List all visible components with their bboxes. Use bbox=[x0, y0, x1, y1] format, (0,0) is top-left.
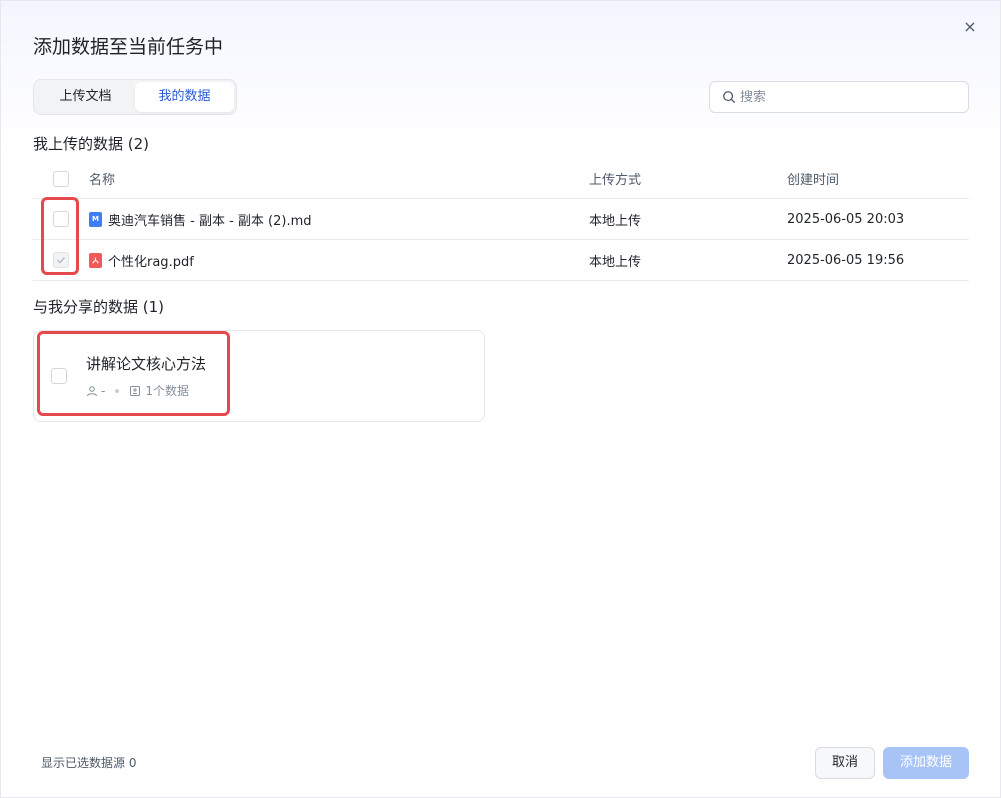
database-icon bbox=[130, 385, 141, 396]
select-all-checkbox[interactable] bbox=[53, 170, 69, 187]
markdown-file-icon: M bbox=[89, 211, 102, 227]
file-name: 个性化rag.pdf bbox=[108, 254, 194, 270]
tab-upload-documents[interactable]: 上传文档 bbox=[36, 82, 135, 112]
uploaded-data-table: 名称 上传方式 创建时间 M 奥迪汽车销售 - 副本 - 副本 (2).md 本… bbox=[33, 159, 969, 281]
user-icon bbox=[87, 385, 97, 396]
search-input[interactable] bbox=[740, 89, 960, 105]
check-icon bbox=[57, 257, 66, 264]
upload-method: 本地上传 bbox=[589, 254, 642, 270]
table-row[interactable]: 个性化rag.pdf 本地上传 2025-06-05 19:56 bbox=[33, 240, 969, 281]
close-icon[interactable]: × bbox=[961, 18, 979, 36]
search-box[interactable] bbox=[709, 81, 969, 113]
shared-item-name: 讲解论文核心方法 bbox=[86, 355, 207, 373]
add-data-dialog: 添加数据至当前任务中 × 上传文档 我的数据 我上传的数据 (2) 名称 上传方… bbox=[0, 0, 1001, 798]
dialog-title: 添加数据至当前任务中 bbox=[33, 36, 224, 58]
column-header-method: 上传方式 bbox=[589, 173, 642, 188]
pdf-file-icon bbox=[89, 252, 102, 268]
upload-method: 本地上传 bbox=[589, 213, 642, 229]
shared-item-checkbox[interactable] bbox=[51, 368, 67, 384]
table-header: 名称 上传方式 创建时间 bbox=[33, 159, 969, 199]
cancel-button[interactable]: 取消 bbox=[815, 747, 875, 779]
shared-data-card[interactable]: 讲解论文核心方法 - 1个数据 bbox=[33, 330, 485, 422]
row-checkbox[interactable] bbox=[53, 252, 69, 268]
tab-my-data[interactable]: 我的数据 bbox=[135, 82, 234, 112]
shared-data-title: 与我分享的数据 (1) bbox=[33, 298, 165, 316]
column-header-name: 名称 bbox=[89, 173, 116, 188]
tab-group: 上传文档 我的数据 bbox=[33, 79, 237, 115]
separator-dot bbox=[115, 388, 120, 393]
column-header-time: 创建时间 bbox=[787, 173, 840, 188]
created-time: 2025-06-05 19:56 bbox=[787, 252, 905, 268]
table-row[interactable]: M 奥迪汽车销售 - 副本 - 副本 (2).md 本地上传 2025-06-0… bbox=[33, 199, 969, 240]
uploaded-data-title: 我上传的数据 (2) bbox=[33, 135, 150, 153]
shared-item-owner: - bbox=[101, 383, 106, 398]
shared-item-count: 1个数据 bbox=[145, 384, 189, 398]
row-checkbox[interactable] bbox=[53, 211, 69, 227]
selected-sources-count: 显示已选数据源 0 bbox=[41, 756, 137, 770]
created-time: 2025-06-05 20:03 bbox=[787, 211, 905, 227]
search-icon bbox=[723, 91, 735, 103]
file-name: 奥迪汽车销售 - 副本 - 副本 (2).md bbox=[108, 213, 312, 229]
add-data-button[interactable]: 添加数据 bbox=[883, 747, 969, 779]
shared-item-meta: - 1个数据 bbox=[86, 382, 189, 399]
